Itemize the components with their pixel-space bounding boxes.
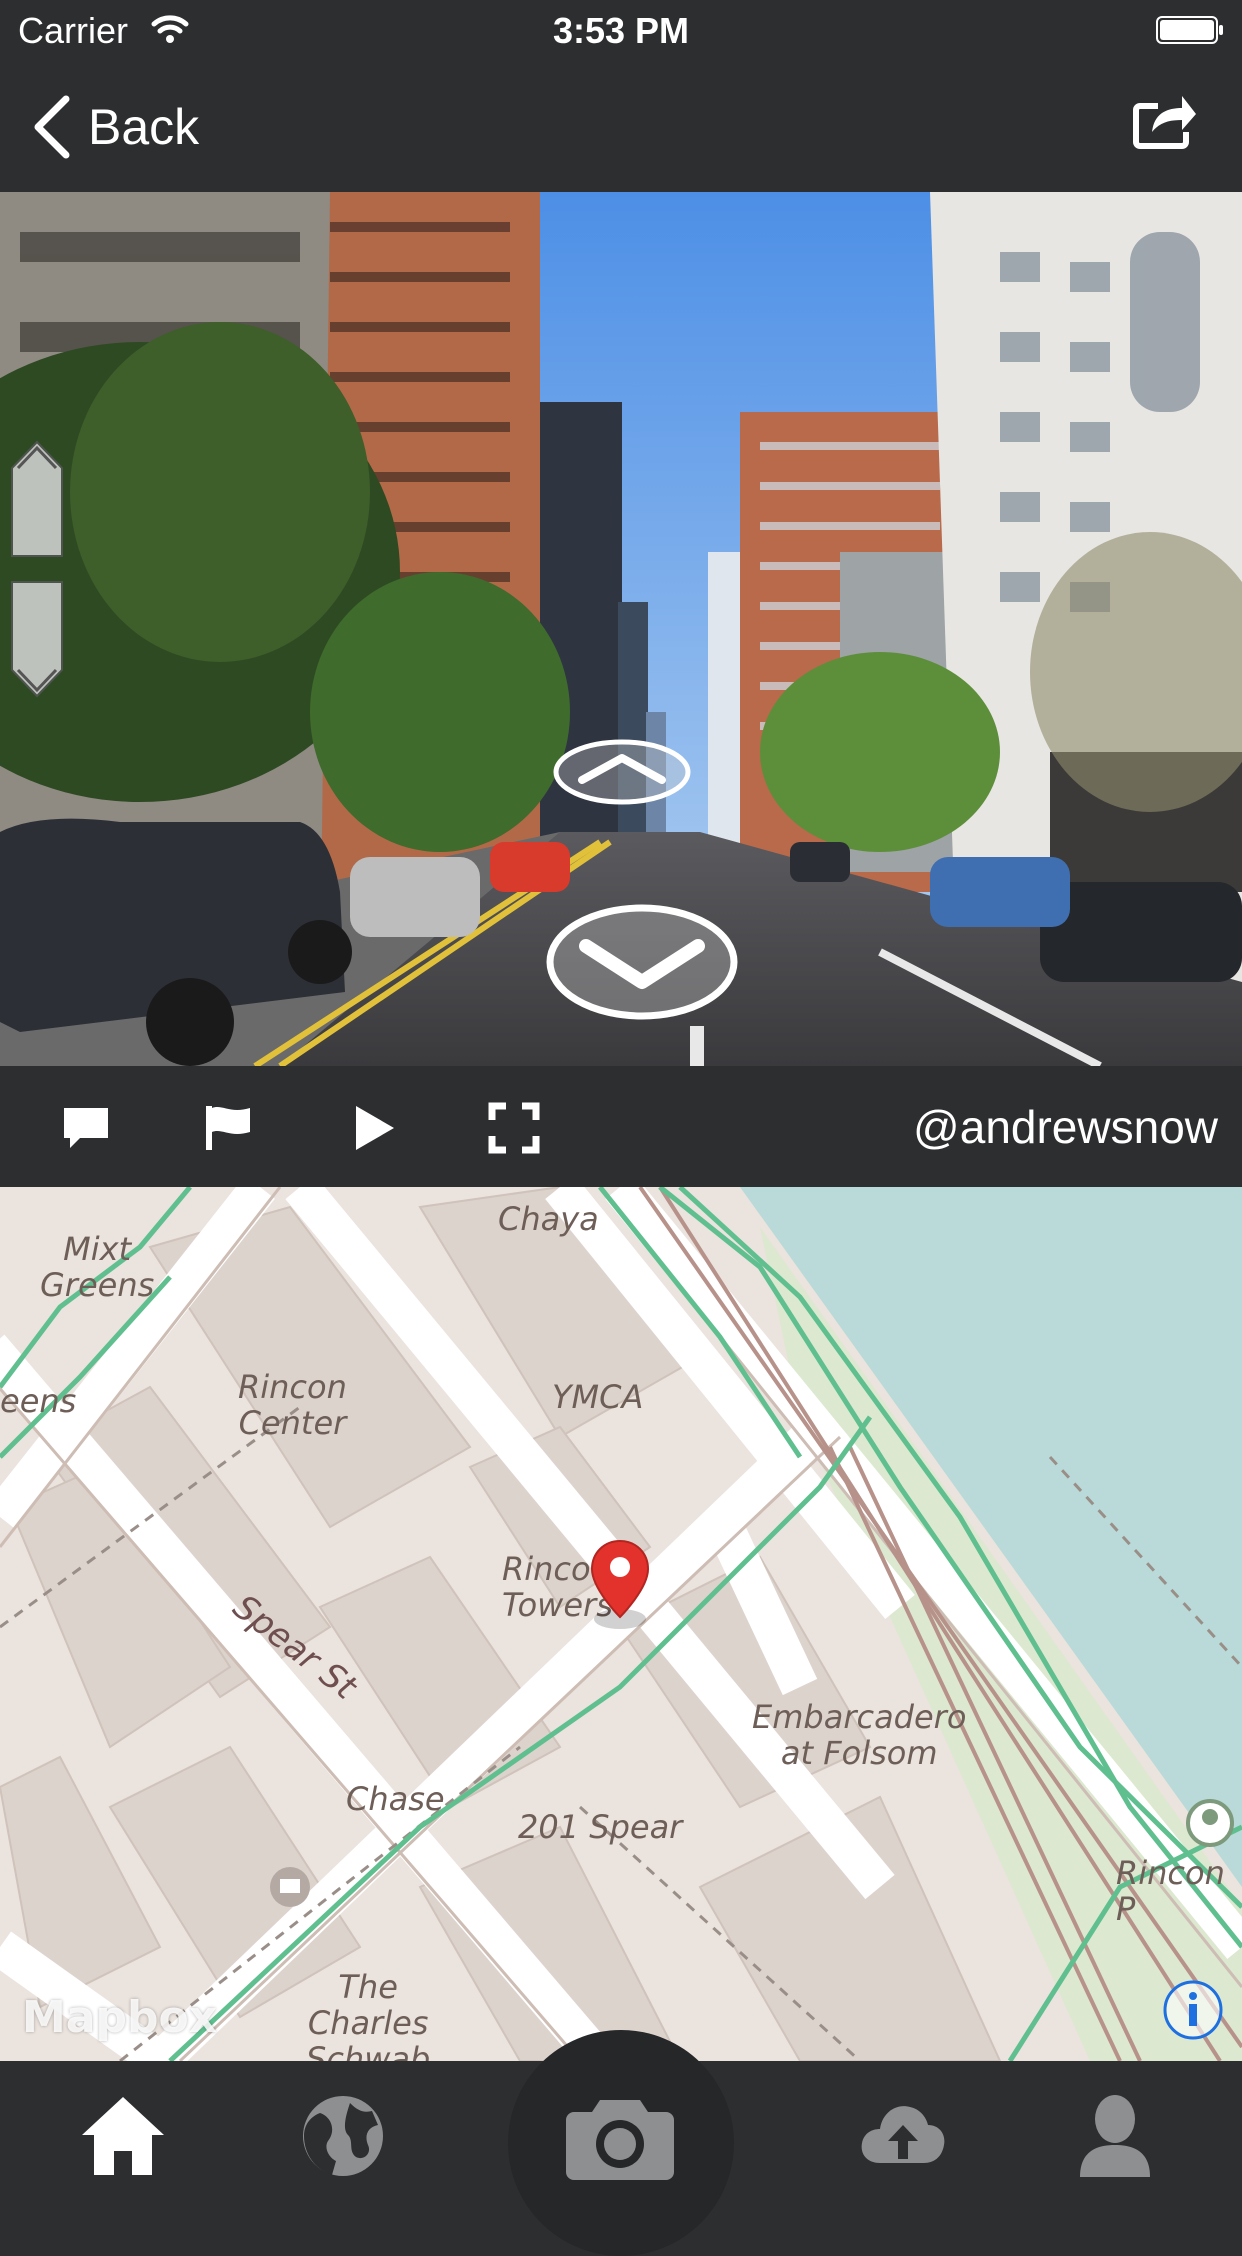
street-view-photo[interactable] <box>0 192 1242 1066</box>
map-label-ymca: YMCA <box>552 1378 644 1416</box>
back-label: Back <box>88 99 200 155</box>
photo-toolbar: @andrewsnow <box>0 1066 1242 1187</box>
status-time: 3:53 PM <box>552 10 690 51</box>
cloud-upload-icon[interactable] <box>858 2091 948 2181</box>
map-label-chase: Chase <box>346 1780 445 1818</box>
map-label-chaya: Chaya <box>498 1200 599 1238</box>
photographer-username[interactable]: @andrewsnow <box>913 1100 1218 1154</box>
camera-icon[interactable] <box>564 2092 676 2182</box>
back-button[interactable]: Back <box>30 92 199 162</box>
map-label-201-spear: 201 Spear <box>518 1808 683 1846</box>
mapbox-logo: Mapbox <box>22 1992 218 2043</box>
move-forward-arrow[interactable] <box>552 738 692 806</box>
map-label-embarcadero-folsom: Embarcadero at Folsom <box>752 1698 967 1772</box>
fullscreen-icon[interactable] <box>488 1102 540 1154</box>
map-label-charles-schwab: The Charles Schwab <box>306 1968 431 2061</box>
map-label-rincon-center: Rincon Center <box>238 1368 347 1442</box>
move-backward-arrow[interactable] <box>544 902 740 1022</box>
pitch-control[interactable] <box>8 438 66 700</box>
map-label-mixt-greens: Mixt Greens <box>40 1230 155 1304</box>
home-icon[interactable] <box>78 2091 168 2181</box>
comment-icon[interactable] <box>60 1102 112 1154</box>
profile-icon[interactable] <box>1070 2091 1160 2181</box>
chevron-left-icon <box>34 95 70 159</box>
info-icon[interactable] <box>1162 1979 1224 2041</box>
map-label-rincon-park: Rincon P <box>1116 1854 1225 1928</box>
location-map[interactable]: Mixt Greens Chaya eens Rincon Center YMCA … <box>0 1187 1242 2061</box>
status-bar: Carrier 3:53 PM <box>0 0 1242 62</box>
flag-icon[interactable] <box>202 1102 254 1154</box>
location-pin-icon[interactable] <box>590 1539 650 1629</box>
share-icon[interactable] <box>1132 88 1198 150</box>
play-icon[interactable] <box>348 1102 400 1154</box>
battery-icon <box>1156 16 1223 44</box>
map-label-greens-partial: eens <box>0 1382 77 1420</box>
navigation-bar: Back <box>0 62 1242 192</box>
globe-icon[interactable] <box>298 2091 388 2181</box>
